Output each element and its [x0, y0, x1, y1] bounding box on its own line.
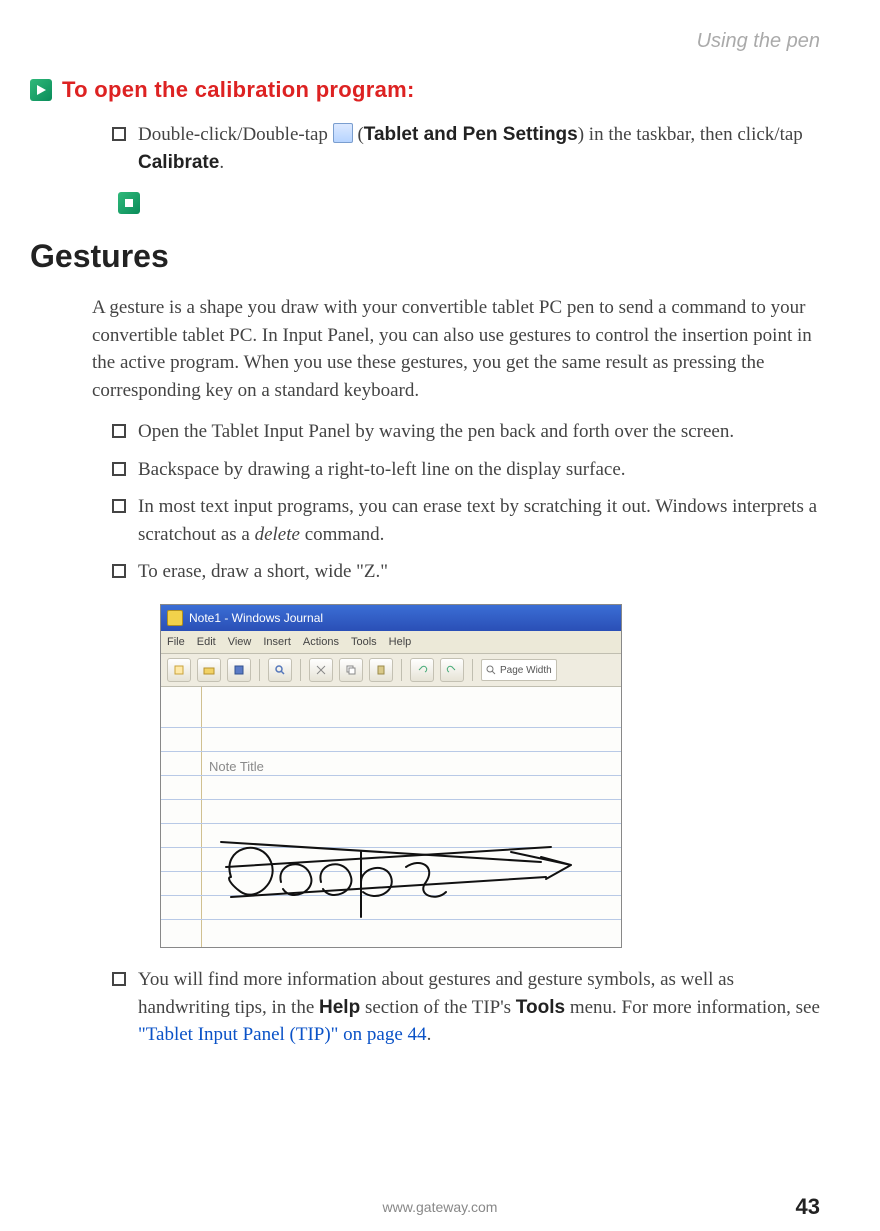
margin-line [201, 687, 202, 947]
square-bullet-icon [112, 127, 126, 141]
open-button[interactable] [197, 658, 221, 682]
separator-icon [472, 659, 473, 681]
menu-item[interactable]: Actions [303, 636, 339, 648]
zoom-selector[interactable]: Page Width [481, 659, 557, 681]
rule-line [161, 775, 621, 776]
paste-button[interactable] [369, 658, 393, 682]
footer-url: www.gateway.com [383, 1199, 498, 1215]
search-button[interactable] [268, 658, 292, 682]
square-bullet-icon [112, 462, 126, 476]
running-header: Using the pen [30, 30, 820, 53]
toolbar: Page Width [161, 654, 621, 687]
redo-button[interactable] [440, 658, 464, 682]
menu-item[interactable]: View [228, 636, 252, 648]
bullet-list-continued: You will find more information about ges… [92, 966, 820, 1049]
note-title-placeholder: Note Title [209, 759, 264, 774]
menu-item[interactable]: Tools [351, 636, 377, 648]
page-footer: www.gateway.com 43 [60, 1199, 820, 1215]
rule-line [161, 799, 621, 800]
procedure-heading: To open the calibration program: [30, 77, 820, 103]
square-bullet-icon [112, 564, 126, 578]
intro-paragraph: A gesture is a shape you draw with your … [92, 294, 820, 404]
bullet-list: Open the Tablet Input Panel by waving th… [92, 418, 820, 586]
bullet-text: Backspace by drawing a right-to-left lin… [138, 456, 626, 484]
cross-reference-link[interactable]: "Tablet Input Panel (TIP)" on page 44 [138, 1024, 427, 1045]
rule-line [161, 727, 621, 728]
menu-item[interactable]: File [167, 636, 185, 648]
procedure-title: To open the calibration program: [62, 77, 415, 103]
window-title: Note1 - Windows Journal [189, 611, 323, 625]
menu-item[interactable]: Insert [263, 636, 291, 648]
rule-line [161, 751, 621, 752]
separator-icon [300, 659, 301, 681]
procedure-body: Double-click/Double-tap (Tablet and Pen … [92, 121, 820, 176]
menu-item[interactable]: Help [389, 636, 412, 648]
stop-icon [118, 192, 140, 214]
play-icon [30, 79, 52, 101]
square-bullet-icon [112, 499, 126, 513]
app-icon [167, 610, 183, 626]
bullet-text: You will find more information about ges… [138, 966, 820, 1049]
page-number: 43 [796, 1194, 820, 1220]
bullet-text: To erase, draw a short, wide "Z." [138, 558, 388, 586]
bullet-text: Open the Tablet Input Panel by waving th… [138, 418, 734, 446]
procedure-end-marker [118, 192, 820, 214]
new-note-button[interactable] [167, 658, 191, 682]
page: Using the pen To open the calibration pr… [0, 0, 880, 1231]
bullet-text: In most text input programs, you can era… [138, 493, 820, 548]
tablet-settings-icon [333, 123, 353, 143]
procedure-step: Double-click/Double-tap (Tablet and Pen … [112, 121, 820, 176]
list-item: Backspace by drawing a right-to-left lin… [112, 456, 820, 484]
cut-button[interactable] [309, 658, 333, 682]
section-heading-gestures: Gestures [30, 238, 820, 275]
list-item: Open the Tablet Input Panel by waving th… [112, 418, 820, 446]
list-item: To erase, draw a short, wide "Z." [112, 558, 820, 586]
menu-bar: File Edit View Insert Actions Tools Help [161, 631, 621, 654]
square-bullet-icon [112, 972, 126, 986]
step-text: Double-click/Double-tap (Tablet and Pen … [138, 121, 820, 176]
copy-button[interactable] [339, 658, 363, 682]
undo-button[interactable] [410, 658, 434, 682]
separator-icon [401, 659, 402, 681]
list-item: In most text input programs, you can era… [112, 493, 820, 548]
separator-icon [259, 659, 260, 681]
window-titlebar: Note1 - Windows Journal [161, 605, 621, 631]
menu-item[interactable]: Edit [197, 636, 216, 648]
list-item: You will find more information about ges… [112, 966, 820, 1049]
save-button[interactable] [227, 658, 251, 682]
ink-scratchout [211, 807, 591, 937]
square-bullet-icon [112, 424, 126, 438]
journal-screenshot: Note1 - Windows Journal File Edit View I… [160, 604, 622, 948]
journal-canvas[interactable]: Note Title [161, 687, 621, 947]
